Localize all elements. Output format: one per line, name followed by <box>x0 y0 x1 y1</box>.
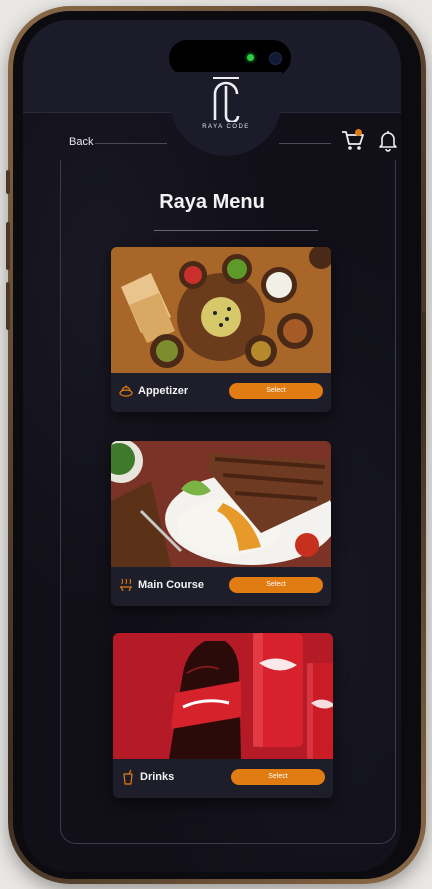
notifications-button[interactable] <box>376 128 400 152</box>
card-footer: Main Course Select <box>111 567 331 606</box>
header-divider-right <box>279 143 331 144</box>
logo-badge[interactable]: RAYA CODE <box>170 72 282 156</box>
app-screen: RAYA CODE Back Raya Menu Appetizer Selec… <box>23 20 401 872</box>
category-card-drinks[interactable]: Drinks Select <box>113 633 333 798</box>
category-label: Main Course <box>138 579 205 591</box>
card-footer: Appetizer Select <box>111 373 331 412</box>
title-underline <box>154 230 318 231</box>
appetizer-photo <box>111 247 331 373</box>
page-title: Raya Menu <box>159 191 265 213</box>
select-main-course-button[interactable]: Select <box>229 577 323 593</box>
category-label: Drinks <box>140 771 175 783</box>
volume-up-button <box>6 222 10 270</box>
header-divider-left <box>95 143 167 144</box>
volume-down-button <box>6 282 10 330</box>
category-card-main-course[interactable]: Main Course Select <box>111 441 331 606</box>
card-footer: Drinks Select <box>113 759 333 798</box>
bell-icon <box>379 131 397 152</box>
raya-logo-icon <box>213 77 240 122</box>
cart-button[interactable] <box>341 128 365 152</box>
camera-lens-icon <box>269 52 282 65</box>
category-card-appetizer[interactable]: Appetizer Select <box>111 247 331 412</box>
power-button <box>422 240 426 312</box>
dynamic-island <box>169 40 291 76</box>
cart-badge <box>355 129 362 136</box>
category-label: Appetizer <box>138 385 189 397</box>
select-appetizer-button[interactable]: Select <box>229 383 323 399</box>
mute-switch <box>6 170 10 194</box>
dish-icon <box>119 385 133 397</box>
back-button[interactable]: Back <box>69 136 93 148</box>
drink-cup-icon <box>123 769 133 785</box>
main-course-photo <box>111 441 331 567</box>
drinks-photo <box>113 633 333 759</box>
camera-indicator-icon <box>247 54 254 61</box>
select-drinks-button[interactable]: Select <box>231 769 325 785</box>
grill-icon <box>120 578 132 592</box>
logo-text: RAYA CODE <box>202 124 250 130</box>
